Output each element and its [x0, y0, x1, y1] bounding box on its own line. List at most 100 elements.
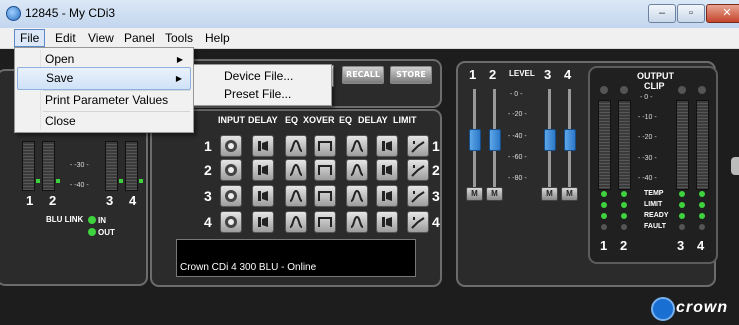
output-meter-2 — [618, 100, 631, 190]
maximize-button[interactable]: ▫ — [677, 4, 705, 23]
status-led — [621, 224, 627, 230]
blu-in-led — [88, 216, 96, 224]
mute-button-3[interactable]: M — [541, 187, 558, 201]
file-menu-dropdown: Open ▶ Save ▶ Print Parameter Values Clo… — [14, 47, 194, 133]
status-led — [699, 224, 705, 230]
minimize-button[interactable]: ‒ — [648, 4, 676, 23]
output-scale-30: - -30 - — [638, 155, 657, 162]
xover-icon[interactable] — [314, 135, 336, 157]
menu-edit[interactable]: Edit — [50, 30, 81, 46]
recall-button[interactable]: RECALL — [342, 66, 384, 84]
dsp-row-label-right: 1 — [432, 138, 440, 154]
header-eq: EQ — [285, 115, 299, 125]
input-icon[interactable] — [220, 159, 242, 181]
input-icon[interactable] — [220, 211, 242, 233]
header-input: INPUT — [218, 115, 245, 125]
file-menu-save[interactable]: Save ▶ — [17, 67, 191, 90]
xover-icon[interactable] — [314, 211, 336, 233]
menu-tools[interactable]: Tools — [160, 30, 198, 46]
delay-icon[interactable] — [376, 185, 398, 207]
delay-icon[interactable] — [252, 211, 274, 233]
menu-help[interactable]: Help — [200, 30, 235, 46]
delay-icon[interactable] — [376, 211, 398, 233]
dsp-row-label-left: 3 — [204, 188, 212, 204]
delay-icon[interactable] — [252, 135, 274, 157]
signal-led-4 — [139, 179, 143, 183]
menu-file[interactable]: File — [14, 29, 46, 47]
output-ch-label-2: 2 — [620, 238, 628, 253]
limit-icon[interactable] — [407, 185, 429, 207]
status-led — [679, 191, 685, 197]
clip-led-4 — [698, 86, 706, 94]
dsp-row-label-right: 3 — [432, 188, 440, 204]
close-window-button[interactable]: ✕ — [706, 4, 739, 23]
save-preset-file-label: Preset File... — [224, 87, 292, 101]
output-scale-10: - -10 - — [638, 114, 657, 121]
output-scale-20: - -20 - — [638, 134, 657, 141]
file-menu-print-parameter-values[interactable]: Print Parameter Values — [17, 90, 191, 111]
status-led — [621, 202, 627, 208]
eq-icon[interactable] — [285, 159, 307, 181]
limit-icon[interactable] — [407, 135, 429, 157]
delay-icon[interactable] — [252, 185, 274, 207]
limit-icon[interactable] — [407, 211, 429, 233]
xover-icon[interactable] — [314, 159, 336, 181]
dsp-panel: INPUT DELAY EQ XOVER EQ DELAY LIMIT 1 1 2 2… — [150, 109, 442, 287]
input-meter-4 — [125, 141, 138, 191]
status-led — [601, 224, 607, 230]
eq-icon[interactable] — [285, 211, 307, 233]
input-channel-label-2: 2 — [49, 193, 57, 208]
fader-knob-4[interactable] — [564, 129, 576, 151]
status-led — [621, 213, 627, 219]
output-ch-label-3: 3 — [677, 238, 685, 253]
header-xover: XOVER — [303, 115, 335, 125]
save-submenu: Device File... Preset File... — [193, 64, 332, 106]
eq-icon[interactable] — [346, 135, 368, 157]
side-handle[interactable] — [731, 157, 739, 175]
status-led — [601, 202, 607, 208]
menu-view[interactable]: View — [83, 30, 119, 46]
eq-icon[interactable] — [346, 211, 368, 233]
status-led — [679, 213, 685, 219]
save-preset-file[interactable]: Preset File... — [196, 84, 329, 105]
window-title: 12845 - My CDi3 — [25, 6, 116, 20]
dsp-row-label-left: 1 — [204, 138, 212, 154]
status-text: Crown CDi 4 300 BLU - Online — [180, 262, 317, 273]
title-bar: 12845 - My CDi3 ‒ ▫ ✕ — [0, 0, 739, 28]
level-ch-label-2: 2 — [489, 67, 497, 82]
mute-button-1[interactable]: M — [466, 187, 483, 201]
xover-icon[interactable] — [314, 185, 336, 207]
status-led — [699, 213, 705, 219]
app-icon — [6, 6, 21, 21]
input-icon[interactable] — [220, 185, 242, 207]
dsp-row-label-left: 2 — [204, 162, 212, 178]
fader-knob-3[interactable] — [544, 129, 556, 151]
mute-button-4[interactable]: M — [561, 187, 578, 201]
signal-led-3 — [119, 179, 123, 183]
delay-icon[interactable] — [376, 135, 398, 157]
level-scale-20: - -20 - — [508, 111, 527, 118]
eq-icon[interactable] — [346, 185, 368, 207]
store-button[interactable]: STORE — [390, 66, 432, 84]
limit-icon[interactable] — [407, 159, 429, 181]
eq-icon[interactable] — [285, 135, 307, 157]
file-menu-print-label: Print Parameter Values — [45, 93, 169, 107]
menu-bar: File Edit View Panel Tools Help — [0, 28, 739, 49]
menu-panel[interactable]: Panel — [119, 30, 160, 46]
eq-icon[interactable] — [346, 159, 368, 181]
input-icon[interactable] — [220, 135, 242, 157]
output-scale-0: - 0 - — [640, 94, 653, 101]
eq-icon[interactable] — [285, 185, 307, 207]
level-output-panel: 1 2 LEVEL 3 4 - 0 - - -20 - - -40 - - -6… — [456, 61, 718, 287]
file-menu-close[interactable]: Close — [17, 111, 191, 132]
delay-icon[interactable] — [376, 159, 398, 181]
delay-icon[interactable] — [252, 159, 274, 181]
fader-knob-2[interactable] — [489, 129, 501, 151]
status-led — [699, 191, 705, 197]
status-led — [621, 191, 627, 197]
mute-button-2[interactable]: M — [486, 187, 503, 201]
fader-knob-1[interactable] — [469, 129, 481, 151]
clip-led-1 — [600, 86, 608, 94]
dsp-row-label-right: 4 — [432, 214, 440, 230]
status-display: Crown CDi 4 300 BLU - Online — [176, 239, 416, 277]
